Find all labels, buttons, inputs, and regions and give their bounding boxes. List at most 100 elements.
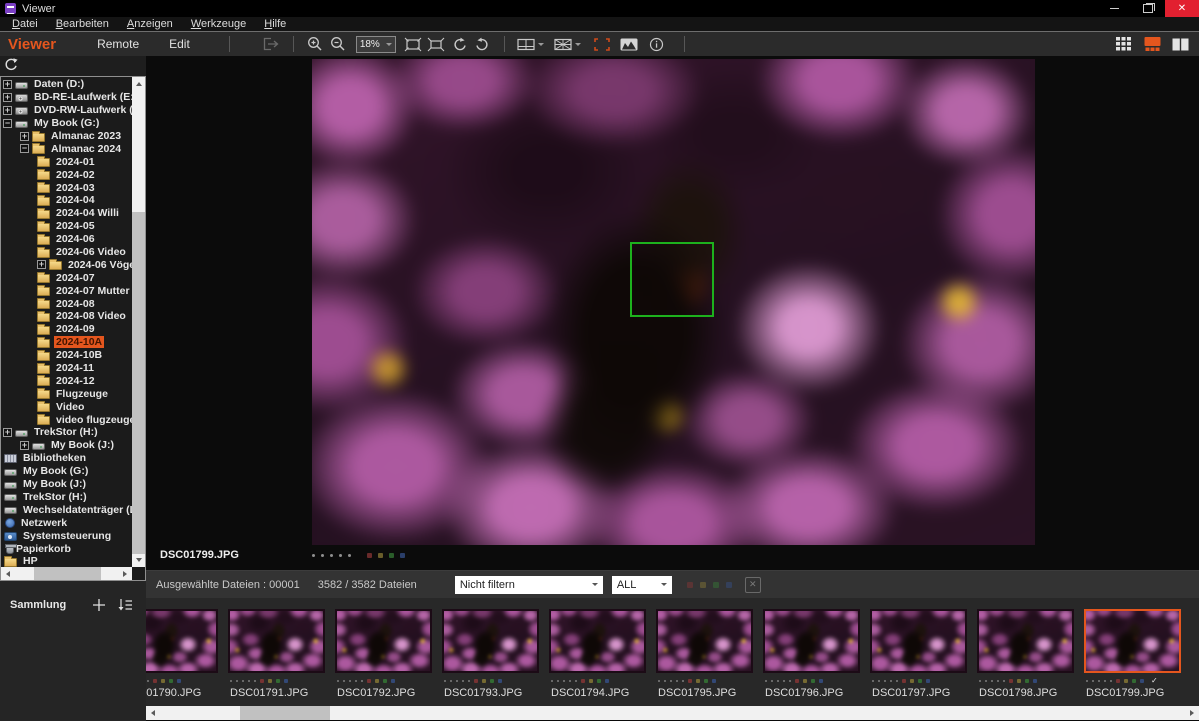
tree-item-2024-10b[interactable]: 2024-10B xyxy=(1,349,132,362)
label-red-icon[interactable] xyxy=(474,679,478,683)
thumbnail-rating-dots[interactable] xyxy=(979,678,1079,684)
label-blue-icon[interactable] xyxy=(400,553,405,558)
label-blue-icon[interactable] xyxy=(726,582,732,588)
tree-item-hp[interactable]: HP xyxy=(1,555,132,567)
label-yellow-icon[interactable] xyxy=(482,679,486,683)
scrollbar-thumb[interactable] xyxy=(34,567,101,580)
thumbnail-image[interactable] xyxy=(335,609,432,673)
sort-icon[interactable] xyxy=(116,597,134,613)
thumbnail-rating-dots[interactable] xyxy=(146,678,223,684)
thumbnail-image[interactable] xyxy=(656,609,753,673)
tree-vertical-scrollbar[interactable] xyxy=(132,77,145,567)
label-green-icon[interactable] xyxy=(597,679,601,683)
menu-werkzeuge[interactable]: Werkzeuge xyxy=(182,17,255,31)
tree-item-2024-08[interactable]: 2024-08 xyxy=(1,297,132,310)
tree-item-almanac-2023[interactable]: +Almanac 2023 xyxy=(1,130,132,143)
close-button[interactable] xyxy=(1165,0,1199,17)
label-yellow-icon[interactable] xyxy=(375,679,379,683)
tree-item-2024-07-mutter-85[interactable]: 2024-07 Mutter 85 xyxy=(1,284,132,297)
tree-item-wechseldatentr-ger-l[interactable]: Wechseldatenträger (L:) xyxy=(1,503,132,516)
tree-item-video[interactable]: Video xyxy=(1,400,132,413)
tree-item-2024-04-willi[interactable]: 2024-04 Willi xyxy=(1,207,132,220)
scrollbar-thumb[interactable] xyxy=(132,212,145,554)
expand-plus-icon[interactable]: + xyxy=(3,80,12,89)
label-yellow-icon[interactable] xyxy=(700,582,706,588)
tree-item-2024-11[interactable]: 2024-11 xyxy=(1,362,132,375)
thumbnail-rating-dots[interactable] xyxy=(337,678,437,684)
tree-item-2024-12[interactable]: 2024-12 xyxy=(1,374,132,387)
collapse-minus-icon[interactable]: − xyxy=(20,144,29,153)
tree-item-my-book-j[interactable]: +My Book (J:) xyxy=(1,439,132,452)
refresh-icon[interactable] xyxy=(4,57,18,76)
tree-item-dvd-rw-laufwerk-f[interactable]: +DVD-RW-Laufwerk (F:) xyxy=(1,104,132,117)
label-blue-icon[interactable] xyxy=(605,679,609,683)
focus-frame-icon[interactable] xyxy=(591,34,614,54)
menu-bearbeiten[interactable]: Bearbeiten xyxy=(47,17,118,31)
label-green-icon[interactable] xyxy=(704,679,708,683)
zoom-in-icon[interactable] xyxy=(304,34,327,54)
label-yellow-icon[interactable] xyxy=(1017,679,1021,683)
tree-item-2024-09[interactable]: 2024-09 xyxy=(1,323,132,336)
clear-filter-icon[interactable] xyxy=(745,577,761,593)
main-photo[interactable] xyxy=(312,59,1035,545)
thumbnail-rating-dots[interactable] xyxy=(230,678,330,684)
tree-item-flugzeuge[interactable]: Flugzeuge xyxy=(1,387,132,400)
label-green-icon[interactable] xyxy=(713,582,719,588)
tree-item-trekstor-h[interactable]: TrekStor (H:) xyxy=(1,491,132,504)
thumbnail-dsc01798-jpg[interactable]: DSC01798.JPG xyxy=(972,609,1079,706)
thumbnail-rating-dots[interactable] xyxy=(765,678,865,684)
actual-size-icon[interactable] xyxy=(425,34,448,54)
tree-item-2024-01[interactable]: 2024-01 xyxy=(1,155,132,168)
thumbnail-dsc01797-jpg[interactable]: DSC01797.JPG xyxy=(865,609,972,706)
label-yellow-icon[interactable] xyxy=(589,679,593,683)
chevron-down-icon[interactable] xyxy=(575,43,581,49)
histogram-icon[interactable] xyxy=(618,34,641,54)
scroll-up-arrow[interactable] xyxy=(132,77,145,90)
thumbnail-dsc01793-jpg[interactable]: DSC01793.JPG xyxy=(437,609,544,706)
label-red-icon[interactable] xyxy=(902,679,906,683)
label-blue-icon[interactable] xyxy=(498,679,502,683)
rating-filter-select[interactable]: ALL xyxy=(612,576,672,594)
tree-item-bd-re-laufwerk-e[interactable]: +BD-RE-Laufwerk (E:) xyxy=(1,91,132,104)
label-red-icon[interactable] xyxy=(1116,679,1120,683)
tree-item-2024-03[interactable]: 2024-03 xyxy=(1,181,132,194)
thumbnail-dsc01794-jpg[interactable]: DSC01794.JPG xyxy=(544,609,651,706)
label-red-icon[interactable] xyxy=(688,679,692,683)
thumbnail-image[interactable] xyxy=(1084,609,1181,673)
scroll-down-arrow[interactable] xyxy=(132,554,145,567)
tree-item-my-book-j[interactable]: My Book (J:) xyxy=(1,478,132,491)
label-green-icon[interactable] xyxy=(383,679,387,683)
tree-item-my-book-g[interactable]: −My Book (G:) xyxy=(1,117,132,130)
tree-item-2024-06-video[interactable]: 2024-06 Video xyxy=(1,246,132,259)
filmstrip-scrollbar[interactable] xyxy=(146,706,1199,720)
tree-item-2024-04[interactable]: 2024-04 xyxy=(1,194,132,207)
label-blue-icon[interactable] xyxy=(391,679,395,683)
expand-plus-icon[interactable]: + xyxy=(20,441,29,450)
label-yellow-icon[interactable] xyxy=(696,679,700,683)
tree-item-2024-02[interactable]: 2024-02 xyxy=(1,168,132,181)
tree-item-2024-08-video[interactable]: 2024-08 Video xyxy=(1,310,132,323)
tree-item-my-book-g[interactable]: My Book (G:) xyxy=(1,465,132,478)
label-green-icon[interactable] xyxy=(490,679,494,683)
thumbnail-image[interactable] xyxy=(146,609,218,673)
tree-item-bibliotheken[interactable]: Bibliotheken xyxy=(1,452,132,465)
expand-plus-icon[interactable]: + xyxy=(3,106,12,115)
tree-item-2024-06[interactable]: 2024-06 xyxy=(1,233,132,246)
expand-plus-icon[interactable]: + xyxy=(3,93,12,102)
label-green-icon[interactable] xyxy=(1025,679,1029,683)
label-red-icon[interactable] xyxy=(367,553,372,558)
label-green-icon[interactable] xyxy=(918,679,922,683)
thumbnail-dsc01796-jpg[interactable]: DSC01796.JPG xyxy=(758,609,865,706)
rotate-right-icon[interactable] xyxy=(471,34,494,54)
tree-item-2024-07[interactable]: 2024-07 xyxy=(1,271,132,284)
label-yellow-icon[interactable] xyxy=(378,553,383,558)
tree-item-systemsteuerung[interactable]: Systemsteuerung xyxy=(1,529,132,542)
rating-dots[interactable] xyxy=(312,553,405,558)
label-blue-icon[interactable] xyxy=(1033,679,1037,683)
label-yellow-icon[interactable] xyxy=(803,679,807,683)
thumbnail-dsc01791-jpg[interactable]: DSC01791.JPG xyxy=(223,609,330,706)
scroll-left-arrow[interactable] xyxy=(146,706,159,719)
thumbnail-rating-dots[interactable] xyxy=(872,678,972,684)
label-green-icon[interactable] xyxy=(169,679,173,683)
menu-hilfe[interactable]: Hilfe xyxy=(255,17,295,31)
